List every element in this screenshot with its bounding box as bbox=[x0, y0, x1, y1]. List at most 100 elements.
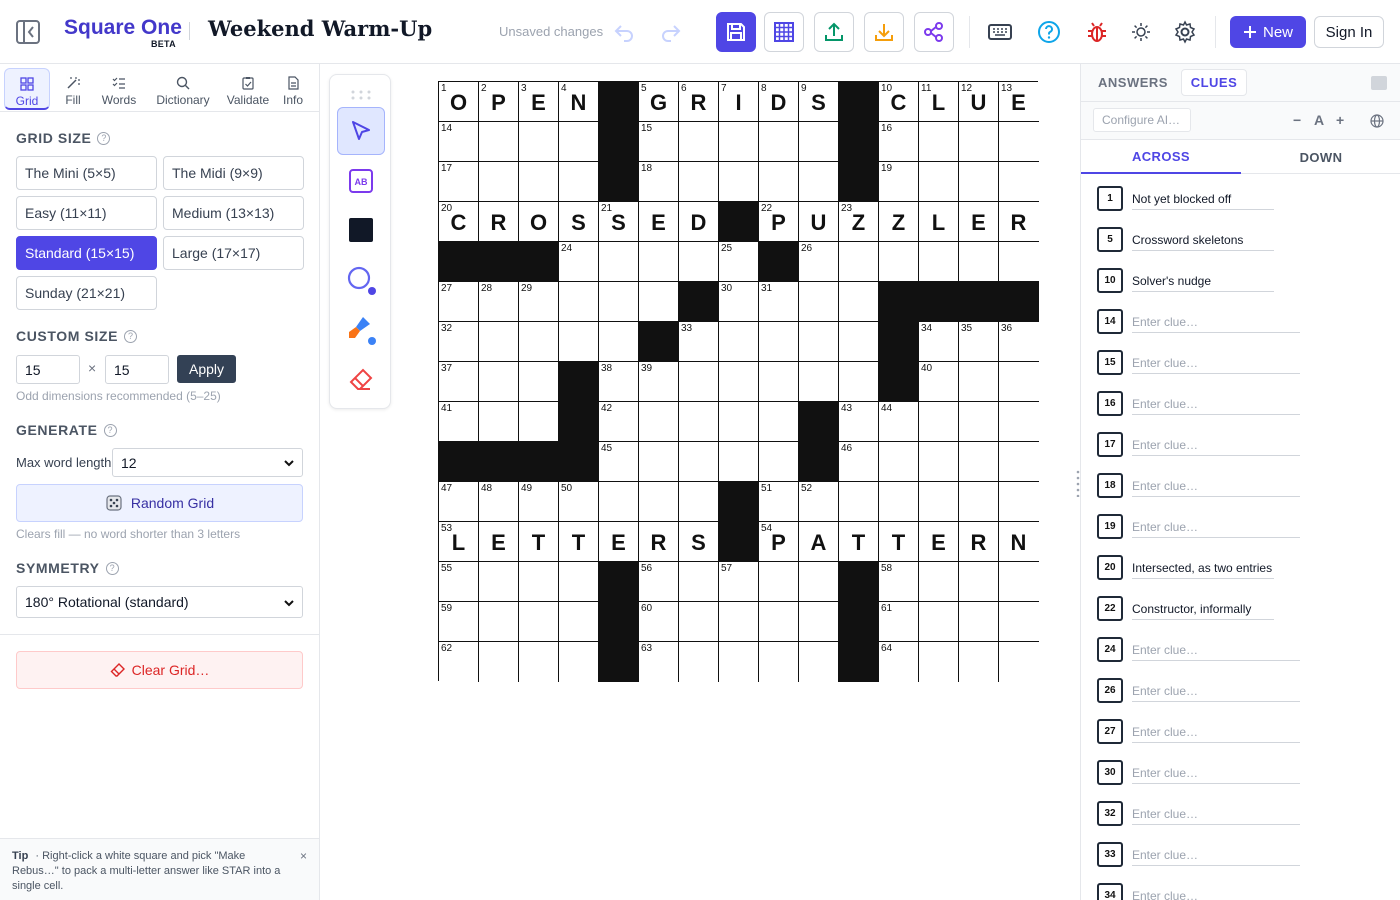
clue-input[interactable]: Enter clue… bbox=[1132, 807, 1300, 825]
grid-cell[interactable] bbox=[959, 362, 999, 402]
grid-cell[interactable]: 18 bbox=[639, 162, 679, 202]
grid-block[interactable] bbox=[839, 122, 879, 162]
grid-cell[interactable]: E bbox=[959, 202, 999, 242]
grid-cell[interactable] bbox=[519, 562, 559, 602]
clue-row[interactable]: 24 Enter clue… bbox=[1097, 625, 1397, 666]
grid-block[interactable] bbox=[519, 442, 559, 482]
grid-cell[interactable]: T bbox=[519, 522, 559, 562]
grid-block[interactable] bbox=[639, 322, 679, 362]
grid-cell[interactable]: 10 C bbox=[879, 82, 919, 122]
grid-cell[interactable] bbox=[639, 402, 679, 442]
grid-cell[interactable] bbox=[679, 122, 719, 162]
grid-cell[interactable] bbox=[999, 242, 1039, 282]
grid-cell[interactable]: 48 bbox=[479, 482, 519, 522]
grid-cell[interactable] bbox=[919, 642, 959, 682]
clue-input[interactable]: Enter clue… bbox=[1132, 315, 1300, 333]
grid-block[interactable] bbox=[559, 442, 599, 482]
grid-cell[interactable] bbox=[719, 122, 759, 162]
clue-row[interactable]: 19 Enter clue… bbox=[1097, 502, 1397, 543]
custom-height-input[interactable]: 15 bbox=[105, 355, 169, 384]
clue-input[interactable]: Crossword skeletons bbox=[1132, 233, 1274, 251]
new-puzzle-button[interactable]: New bbox=[1230, 16, 1306, 48]
grid-block[interactable] bbox=[599, 642, 639, 682]
grid-cell[interactable]: 45 bbox=[599, 442, 639, 482]
grid-cell[interactable]: 23 Z bbox=[839, 202, 879, 242]
grid-cell[interactable] bbox=[479, 322, 519, 362]
puzzle-title[interactable]: Weekend Warm-Up bbox=[208, 16, 432, 41]
help-icon[interactable]: ? bbox=[97, 131, 111, 145]
grid-cell[interactable] bbox=[599, 482, 639, 522]
clue-input[interactable]: Enter clue… bbox=[1132, 438, 1300, 456]
grid-cell[interactable]: 25 bbox=[719, 242, 759, 282]
crossword-grid[interactable]: 1 O 2 P 3 E 4 N 5 G 6 R 7 I 8 D 9 S 10 C 11 L 12 U 13 E 14 15 16 17 18… bbox=[438, 81, 1039, 682]
grid-cell[interactable] bbox=[959, 242, 999, 282]
grid-cell[interactable] bbox=[799, 602, 839, 642]
clue-row[interactable]: 34 Enter clue… bbox=[1097, 871, 1397, 900]
grid-cell[interactable]: 42 bbox=[599, 402, 639, 442]
grid-cell[interactable]: Z bbox=[879, 202, 919, 242]
grid-cell[interactable] bbox=[759, 602, 799, 642]
grid-cell[interactable]: T bbox=[879, 522, 919, 562]
grid-cell[interactable] bbox=[959, 442, 999, 482]
clue-input[interactable]: Constructor, informally bbox=[1132, 602, 1274, 620]
grid-cell[interactable]: 44 bbox=[879, 402, 919, 442]
grid-cell[interactable] bbox=[519, 402, 559, 442]
grid-cell[interactable] bbox=[999, 562, 1039, 602]
grid-cell[interactable] bbox=[959, 402, 999, 442]
grid-cell[interactable] bbox=[679, 442, 719, 482]
grid-cell[interactable]: 21 S bbox=[599, 202, 639, 242]
grid-cell[interactable] bbox=[599, 322, 639, 362]
grid-cell[interactable]: 63 bbox=[639, 642, 679, 682]
grid-cell[interactable] bbox=[999, 402, 1039, 442]
grid-cell[interactable] bbox=[559, 162, 599, 202]
grid-cell[interactable] bbox=[519, 162, 559, 202]
clue-row[interactable]: 17 Enter clue… bbox=[1097, 420, 1397, 461]
grid-cell[interactable] bbox=[679, 402, 719, 442]
grid-cell[interactable]: R bbox=[959, 522, 999, 562]
clue-input[interactable]: Enter clue… bbox=[1132, 356, 1300, 374]
grid-cell[interactable]: 29 bbox=[519, 282, 559, 322]
grid-cell[interactable]: R bbox=[999, 202, 1039, 242]
grid-cell[interactable]: 49 bbox=[519, 482, 559, 522]
circle-tool[interactable] bbox=[337, 256, 385, 304]
grid-cell[interactable]: 50 bbox=[559, 482, 599, 522]
grid-cell[interactable]: 24 bbox=[559, 242, 599, 282]
grid-cell[interactable] bbox=[759, 162, 799, 202]
tab-clues[interactable]: CLUES bbox=[1181, 69, 1247, 96]
grid-block[interactable] bbox=[719, 522, 759, 562]
grid-cell[interactable]: O bbox=[519, 202, 559, 242]
save-button[interactable] bbox=[716, 12, 756, 52]
grid-cell[interactable]: 59 bbox=[439, 602, 479, 642]
clue-row[interactable]: 32 Enter clue… bbox=[1097, 789, 1397, 830]
grid-cell[interactable] bbox=[639, 282, 679, 322]
grid-cell[interactable] bbox=[599, 242, 639, 282]
grid-cell[interactable] bbox=[719, 162, 759, 202]
grid-cell[interactable]: D bbox=[679, 202, 719, 242]
tab-grid[interactable]: Grid bbox=[4, 68, 50, 110]
grid-cell[interactable] bbox=[519, 362, 559, 402]
grid-block[interactable] bbox=[879, 362, 919, 402]
grid-cell[interactable]: 52 bbox=[799, 482, 839, 522]
clue-input[interactable]: Enter clue… bbox=[1132, 520, 1300, 538]
grid-cell[interactable] bbox=[559, 642, 599, 682]
grid-cell[interactable] bbox=[719, 602, 759, 642]
grid-cell[interactable] bbox=[799, 322, 839, 362]
report-bug-button[interactable] bbox=[1081, 16, 1113, 48]
grid-size-option[interactable]: Medium (13×13) bbox=[163, 196, 304, 230]
grid-cell[interactable]: 16 bbox=[879, 122, 919, 162]
grid-cell[interactable]: 13 E bbox=[999, 82, 1039, 122]
grid-cell[interactable] bbox=[799, 362, 839, 402]
grid-cell[interactable]: 54 P bbox=[759, 522, 799, 562]
grid-block[interactable] bbox=[839, 602, 879, 642]
rebus-tool[interactable]: AB bbox=[337, 157, 385, 205]
grid-cell[interactable] bbox=[799, 562, 839, 602]
grid-block[interactable] bbox=[839, 162, 879, 202]
clue-row[interactable]: 18 Enter clue… bbox=[1097, 461, 1397, 502]
grid-cell[interactable]: 30 bbox=[719, 282, 759, 322]
grid-block[interactable] bbox=[479, 442, 519, 482]
tab-across[interactable]: ACROSS bbox=[1081, 140, 1241, 174]
clue-row[interactable]: 27 Enter clue… bbox=[1097, 707, 1397, 748]
grid-cell[interactable]: 58 bbox=[879, 562, 919, 602]
clue-input[interactable]: Not yet blocked off bbox=[1132, 192, 1274, 210]
redo-button[interactable] bbox=[655, 16, 687, 48]
